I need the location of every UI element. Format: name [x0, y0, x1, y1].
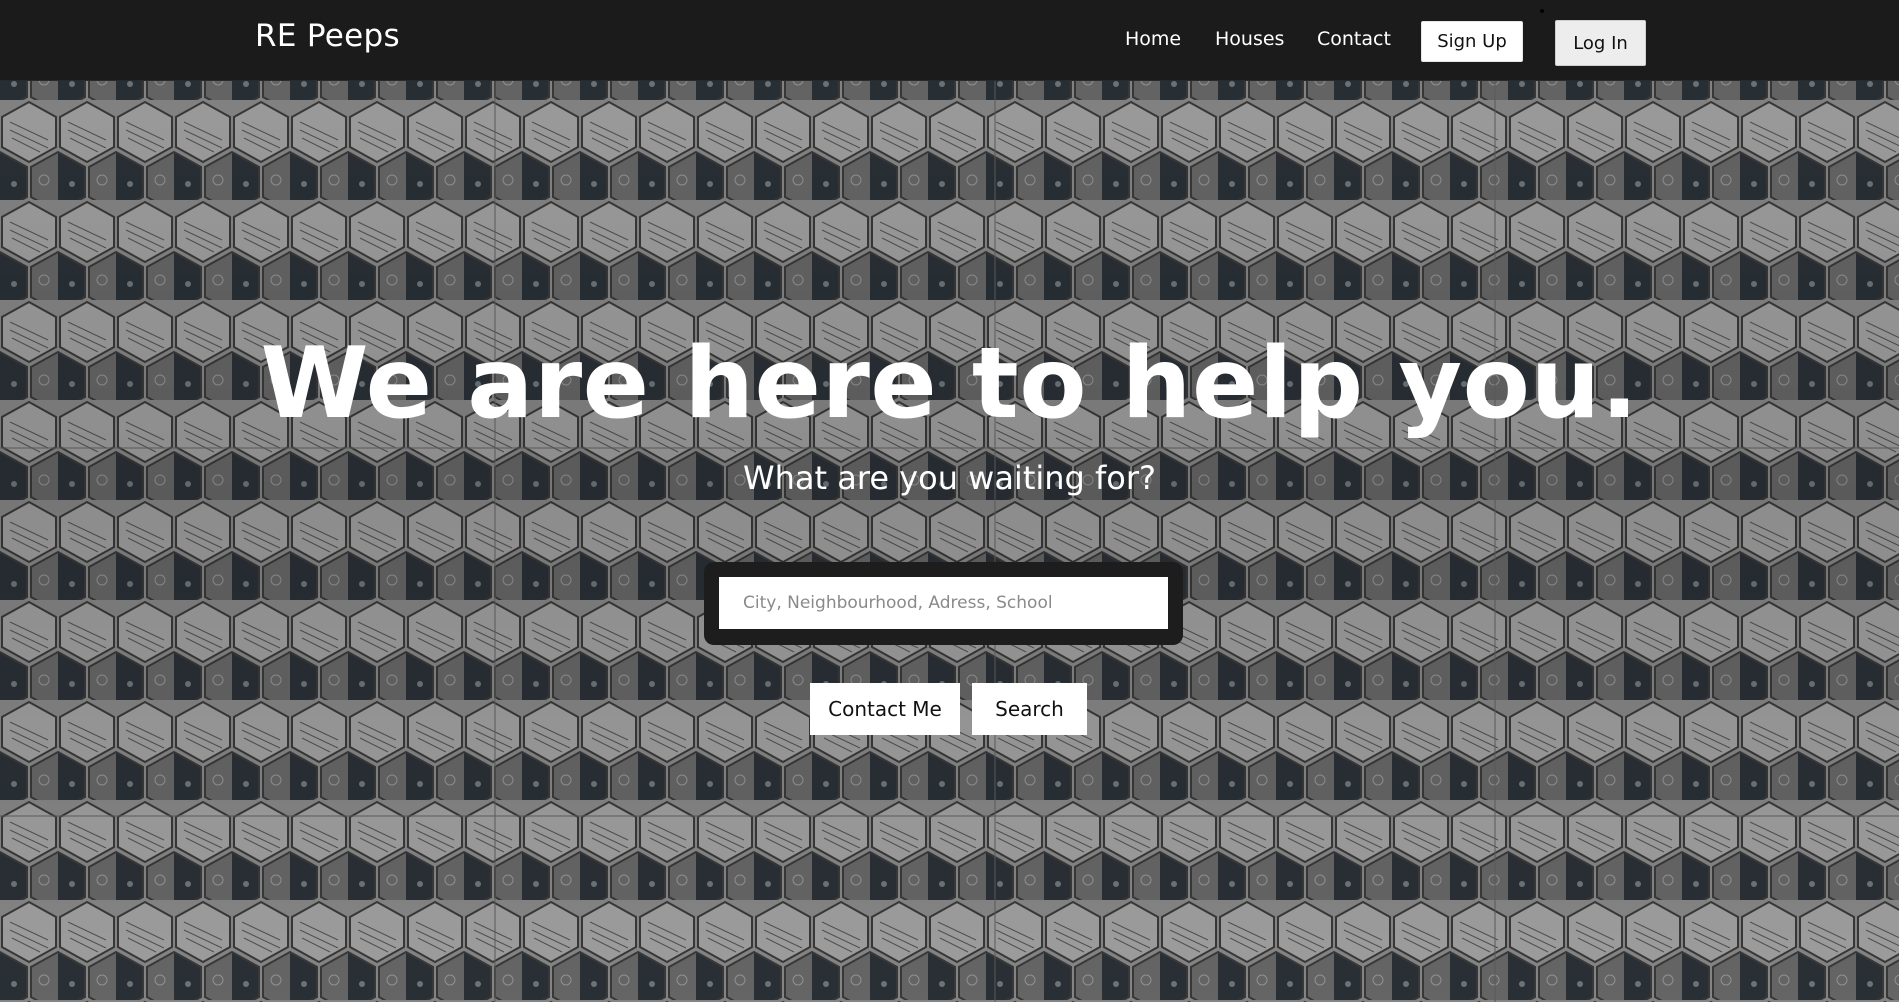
contact-me-button[interactable]: Contact Me	[810, 683, 960, 735]
search-button[interactable]: Search	[972, 683, 1087, 735]
nav-link-houses[interactable]: Houses	[1215, 28, 1284, 50]
login-button[interactable]: Log In	[1555, 20, 1646, 66]
nav-link-contact[interactable]: Contact	[1317, 28, 1391, 50]
dot-icon	[1540, 9, 1544, 13]
home-page: RE Peeps Home Houses Contact Sign Up Log…	[0, 0, 1899, 1002]
top-navbar: RE Peeps Home Houses Contact Sign Up Log…	[0, 0, 1899, 81]
nav-link-home[interactable]: Home	[1125, 28, 1181, 50]
brand-logo[interactable]: RE Peeps	[255, 18, 400, 54]
signup-button[interactable]: Sign Up	[1421, 21, 1523, 62]
hexagon-tile-background	[0, 0, 1899, 1002]
hero-headline: We are here to help you.	[260, 327, 1639, 441]
hero-subheadline: What are you waiting for?	[743, 459, 1156, 497]
search-box-frame	[704, 562, 1183, 645]
search-input[interactable]	[719, 577, 1168, 629]
